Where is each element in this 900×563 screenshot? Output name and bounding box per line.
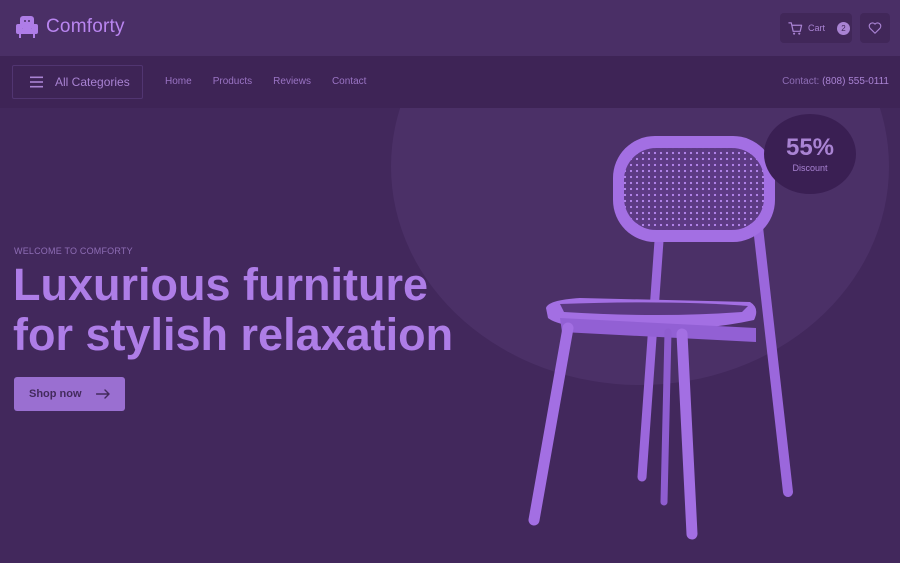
- hero-title: Luxurious furniture for stylish relaxati…: [13, 260, 493, 360]
- shop-now-label: Shop now: [29, 388, 82, 400]
- all-categories-button[interactable]: All Categories: [12, 65, 143, 99]
- nav-link-reviews[interactable]: Reviews: [273, 76, 311, 87]
- cart-count-badge: 2: [837, 21, 851, 35]
- shop-now-button[interactable]: Shop now: [14, 377, 125, 411]
- nav-links: Home Products Reviews Contact: [165, 76, 387, 87]
- cart-button[interactable]: Cart 2: [780, 13, 852, 43]
- discount-badge: 55% Discount: [764, 114, 856, 194]
- contact-info: Contact: (808) 555-0111: [782, 76, 889, 87]
- top-header: Comforty Cart 2: [0, 0, 900, 56]
- nav-link-products[interactable]: Products: [213, 76, 252, 87]
- contact-phone[interactable]: (808) 555-0111: [822, 76, 889, 87]
- all-categories-label: All Categories: [55, 75, 130, 89]
- nav-link-home[interactable]: Home: [165, 76, 192, 87]
- armchair-icon: [16, 16, 38, 38]
- hero-eyebrow: WELCOME TO COMFORTY: [14, 246, 133, 256]
- cart-icon: [788, 21, 803, 35]
- hero-title-line-1: Luxurious furniture: [13, 259, 428, 310]
- menu-icon: [30, 76, 43, 88]
- main-nav: All Categories Home Products Reviews Con…: [0, 56, 900, 108]
- arrow-right-icon: [95, 389, 110, 399]
- hero-section: WELCOME TO COMFORTY Luxurious furniture …: [0, 108, 900, 563]
- wishlist-button[interactable]: [860, 13, 890, 43]
- nav-link-contact[interactable]: Contact: [332, 76, 366, 87]
- cart-label: Cart: [808, 23, 826, 33]
- discount-label: Discount: [792, 163, 828, 173]
- heart-icon: [868, 22, 882, 34]
- brand-name: Comforty: [46, 16, 125, 37]
- hero-title-line-2: for stylish relaxation: [13, 309, 454, 360]
- chair-image: [528, 136, 793, 540]
- discount-value: 55%: [785, 134, 835, 161]
- contact-label: Contact:: [782, 76, 820, 87]
- page: Comforty Cart 2 All Categories Home Prod…: [0, 0, 900, 563]
- brand-logo[interactable]: Comforty: [14, 14, 125, 40]
